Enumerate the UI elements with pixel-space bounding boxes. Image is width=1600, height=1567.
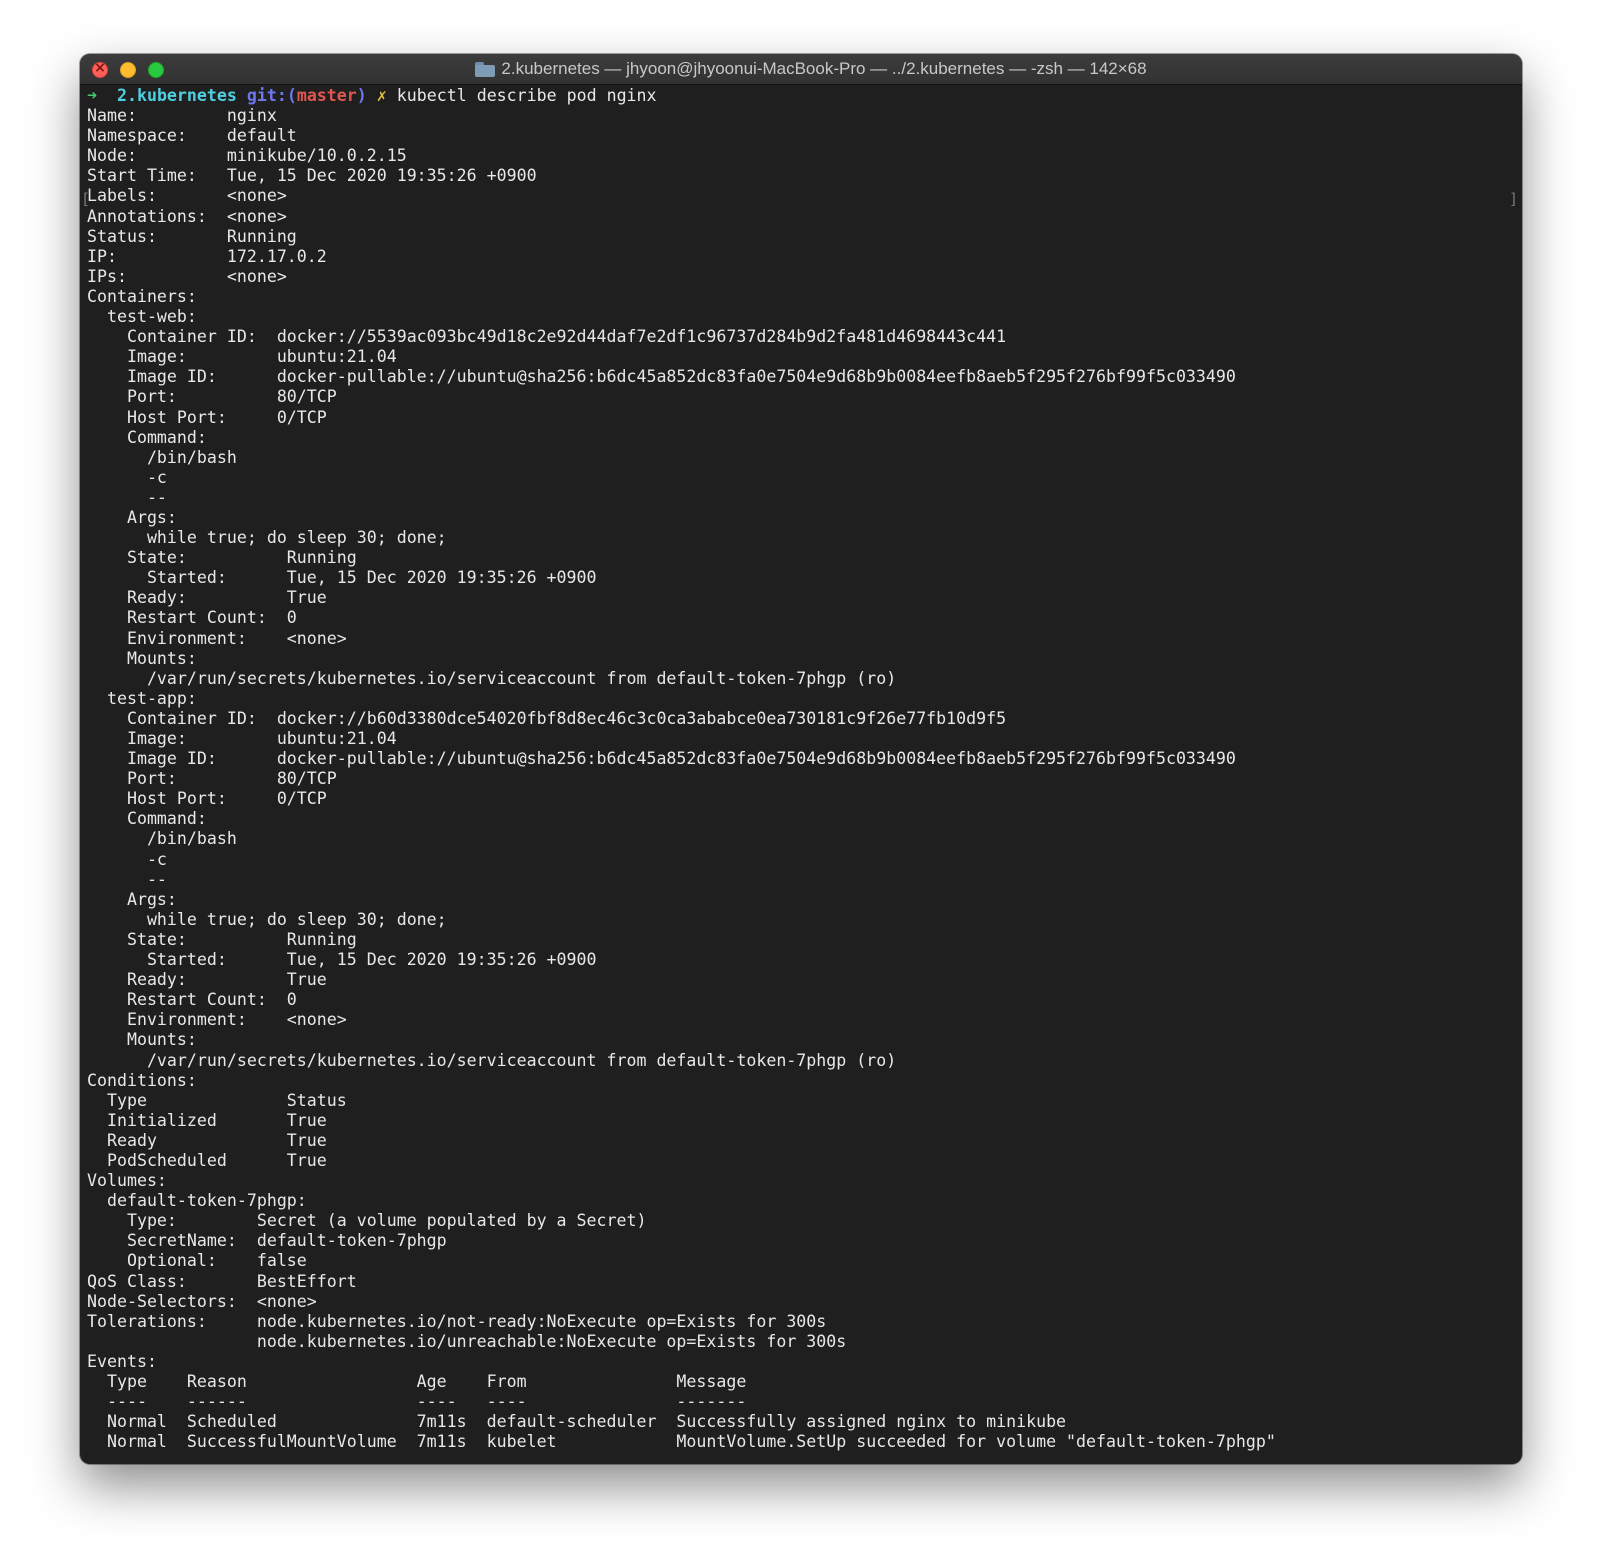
prompt-dirty-icon: ✗ [376,86,387,105]
output-line: ---- ------ ---- ---- ------- [87,1392,747,1412]
output-line: /var/run/secrets/kubernetes.io/serviceac… [87,668,897,688]
output-line: Ready: True [87,970,327,990]
output-line: Volumes: [87,1171,167,1191]
output-line: test-app: [87,688,197,708]
output-line: Events: [87,1351,157,1371]
prompt-git-close: ) [356,86,367,105]
output-line: IP: 172.17.0.2 [87,246,327,266]
output-line: Image: ubuntu:21.04 [87,729,397,748]
prompt-line: ➜ 2.kubernetes git:(master) ✗ kubectl de… [87,86,1522,106]
output-line: PodScheduled True [87,1150,327,1170]
folder-icon [475,61,496,77]
output-line: Image ID: docker-pullable://ubuntu@sha25… [87,367,1236,387]
output-line: Type Status [87,1090,347,1110]
output-line: Type: Secret (a volume populated by a Se… [87,1211,647,1231]
prompt-command: kubectl describe pod nginx [396,86,657,105]
output-line: Args: [87,507,177,527]
output-line: QoS Class: BestEffort [87,1271,357,1291]
window-title: 2.kubernetes — jhyoon@jhyoonui-MacBook-P… [455,59,1147,79]
output-line: Status: Running [87,226,297,246]
output-line: Container ID: docker://5539ac093bc49d18c… [87,327,1007,347]
output-line: Type Reason Age From Message [87,1372,747,1391]
output-line: Node-Selectors: <none> [87,1291,317,1311]
output-line: Ready True [87,1130,327,1150]
output-line: Mounts: [87,648,197,668]
output-line: Port: 80/TCP [87,387,337,407]
output-line: /var/run/secrets/kubernetes.io/serviceac… [87,1050,897,1070]
output-line: -c [87,467,167,487]
output-line: Containers: [87,286,197,306]
output-line: Labels: <none> [87,186,287,206]
output-line: Tolerations: node.kubernetes.io/not-read… [87,1311,827,1331]
output-line: -- [87,487,167,507]
output-line: Namespace: default [87,126,297,146]
output-line: SecretName: default-token-7phgp [87,1231,447,1251]
output-line: Name: nginx [87,106,277,126]
output-line: Environment: <none> [87,628,347,648]
output-line: Normal Scheduled 7m11s default-scheduler… [87,1412,1067,1432]
close-button[interactable] [92,60,108,78]
output-line: node.kubernetes.io/unreachable:NoExecute… [87,1331,847,1351]
output-line: Args: [87,889,177,909]
output-line: Image: ubuntu:21.04 [87,347,397,367]
output-line: Optional: false [87,1251,307,1271]
command-output: Name: nginx Namespace: default Node: minik… [87,106,1522,1452]
output-line: Container ID: docker://b60d3380dce54020f… [87,708,1007,728]
prompt-git-branch: master [296,86,357,105]
output-line: default-token-7phgp: [87,1191,307,1211]
title-bar[interactable]: 2.kubernetes — jhyoon@jhyoonui-MacBook-P… [80,54,1522,85]
output-line: State: Running [87,929,357,949]
output-line: Mounts: [87,1030,197,1050]
output-line: IPs: <none> [87,266,287,286]
output-line: Environment: <none> [87,1010,347,1030]
output-line: Image ID: docker-pullable://ubuntu@sha25… [87,749,1236,769]
output-line: -c [87,849,167,869]
window-controls [92,60,164,78]
output-line: Initialized True [87,1110,327,1130]
prompt-arrow-icon: ➜ [87,86,97,105]
output-line: Ready: True [87,588,327,608]
output-line: Annotations: <none> [87,206,287,226]
output-line: while true; do sleep 30; done; [87,909,447,929]
output-line: -- [87,869,167,889]
output-line: Start Time: Tue, 15 Dec 2020 19:35:26 +0… [87,166,537,186]
output-line: Command: [87,809,207,829]
terminal-window: 2.kubernetes — jhyoon@jhyoonui-MacBook-P… [80,54,1522,1464]
output-line: Restart Count: 0 [87,990,297,1010]
output-line: Restart Count: 0 [87,608,297,628]
zoom-button[interactable] [148,62,164,78]
terminal-content[interactable]: ➜ 2.kubernetes git:(master) ✗ kubectl de… [87,86,1522,1464]
output-line: test-web: [87,307,197,327]
output-line: State: Running [87,548,357,568]
output-line: Conditions: [87,1070,197,1090]
prompt-git-label: git:( [246,86,297,105]
output-line: Started: Tue, 15 Dec 2020 19:35:26 +0900 [87,568,597,588]
output-line: Command: [87,427,207,447]
minimize-button[interactable] [120,62,136,78]
output-line: Host Port: 0/TCP [87,407,327,427]
prompt-directory: 2.kubernetes [116,86,237,105]
output-line: Normal SuccessfulMountVolume 7m11s kubel… [87,1432,1276,1452]
window-title-text: 2.kubernetes — jhyoon@jhyoonui-MacBook-P… [501,59,1147,78]
output-line: Port: 80/TCP [87,769,337,789]
output-line: /bin/bash [87,829,237,849]
output-line: Host Port: 0/TCP [87,789,327,809]
output-line: /bin/bash [87,447,237,467]
output-line: while true; do sleep 30; done; [87,528,447,548]
output-line: Node: minikube/10.0.2.15 [87,146,407,166]
output-line: Started: Tue, 15 Dec 2020 19:35:26 +0900 [87,950,597,970]
